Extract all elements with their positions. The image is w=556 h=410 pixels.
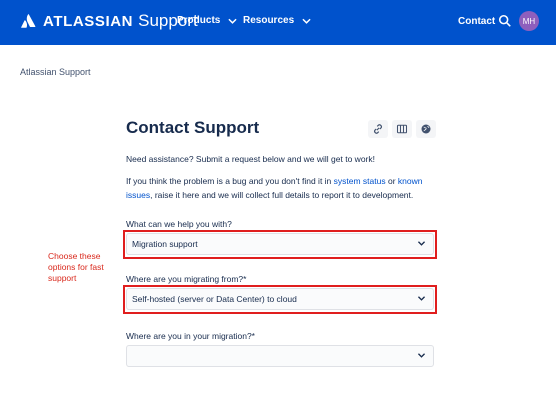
globe-icon <box>421 124 431 134</box>
bug-text-suffix: , raise it here and we will collect full… <box>150 190 414 200</box>
page-title: Contact Support <box>126 118 260 137</box>
breadcrumb[interactable]: Atlassian Support <box>20 67 91 77</box>
language-button[interactable] <box>416 120 436 138</box>
board-view-button[interactable] <box>392 120 412 138</box>
nav-resources-label: Resources <box>243 15 295 26</box>
annotation-highlight-box <box>123 285 437 314</box>
link-icon <box>374 124 382 134</box>
nav-contact-link[interactable]: Contact <box>458 16 495 27</box>
migration-stage-label: Where are you in your migration?* <box>126 331 255 341</box>
chevron-down-icon <box>418 353 425 358</box>
nav-resources-menu[interactable]: Resources <box>243 15 311 26</box>
migration-stage-select[interactable] <box>126 345 434 367</box>
annotation-highlight-box <box>123 230 437 259</box>
chevron-down-icon <box>302 18 311 24</box>
user-avatar[interactable]: MH <box>519 11 539 31</box>
search-icon[interactable] <box>498 14 512 28</box>
chevron-down-icon <box>228 18 237 24</box>
brand-name: ATLASSIAN <box>43 12 134 30</box>
atlassian-logo-icon <box>21 14 36 28</box>
system-status-link[interactable]: system status <box>334 176 386 186</box>
bug-report-text: If you think the problem is a bug and yo… <box>126 174 426 202</box>
nav-products-label: Products <box>177 15 221 26</box>
bug-text-or: or <box>385 176 398 186</box>
intro-text: Need assistance? Submit a request below … <box>126 154 375 164</box>
help-topic-label: What can we help you with? <box>126 219 232 229</box>
board-icon <box>396 124 408 134</box>
migration-source-label: Where are you migrating from?* <box>126 274 247 284</box>
bug-text-prefix: If you think the problem is a bug and yo… <box>126 176 334 186</box>
atlassian-support-home-link[interactable]: ATLASSIAN Support <box>20 11 198 31</box>
copy-link-button[interactable] <box>368 120 388 138</box>
nav-products-menu[interactable]: Products <box>177 15 237 26</box>
top-navigation-bar: ATLASSIAN Support Products Resources Con… <box>0 0 556 45</box>
annotation-note: Choose these options for fast support <box>48 251 104 283</box>
